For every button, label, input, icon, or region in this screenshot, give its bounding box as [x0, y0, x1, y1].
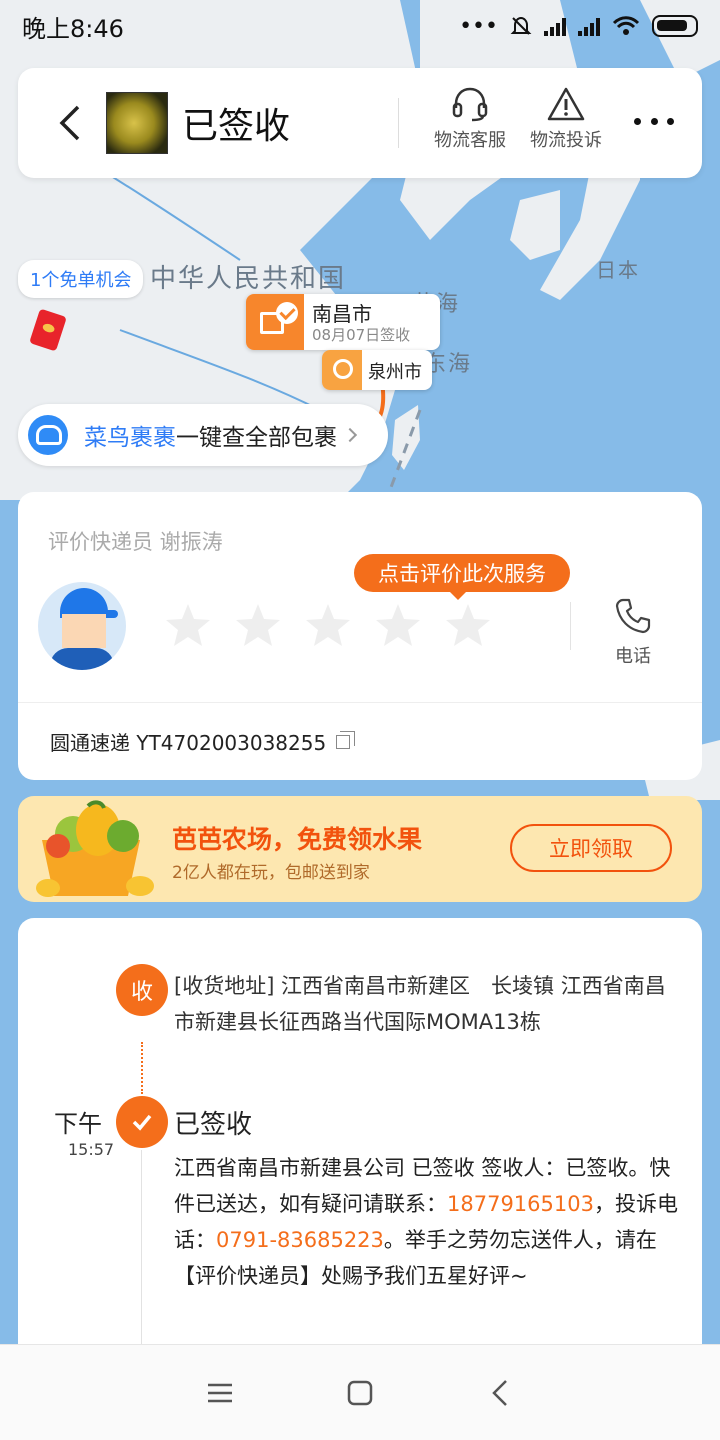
- cainiao-text: 菜鸟裹裹一键查全部包裹: [84, 418, 337, 452]
- more-dot-icon: [650, 117, 658, 125]
- more-menu-button[interactable]: [634, 106, 674, 136]
- star-rating[interactable]: [164, 602, 492, 648]
- cainiao-query-button[interactable]: 菜鸟裹裹一键查全部包裹: [18, 404, 388, 466]
- tracking-number-row[interactable]: 圆通速递 YT4702003038255: [18, 702, 702, 780]
- cainiao-desc: 一键查全部包裹: [176, 425, 337, 451]
- more-dots-icon: •••: [459, 13, 498, 39]
- signal-icon-2: [578, 16, 600, 36]
- timeline-line: [141, 1150, 142, 1360]
- shop-logo: [106, 92, 168, 154]
- system-nav-bar: [0, 1344, 720, 1440]
- map-label-japan: 日本: [596, 258, 640, 282]
- rate-divider: [570, 602, 571, 650]
- page-title: 已签收: [182, 106, 291, 147]
- bell-muted-icon: [510, 16, 532, 35]
- battery-icon: [652, 15, 698, 37]
- call-label: 电话: [615, 646, 651, 667]
- rate-courier-title: 评价快递员 谢振涛: [48, 530, 223, 554]
- phone-icon: [615, 598, 651, 634]
- header-divider: [398, 98, 399, 148]
- event-detail: 江西省南昌市新建县公司 已签收 签收人：已签收。快件已送达，如有疑问请联系：18…: [174, 1150, 684, 1294]
- complaint-phone-link[interactable]: 0791-83685223: [216, 1228, 384, 1252]
- home-nav-button[interactable]: [335, 1368, 385, 1418]
- chevron-left-icon: [59, 105, 80, 141]
- logistics-service-label: 物流客服: [434, 130, 506, 151]
- promo-title: 芭芭农场，免费领水果: [172, 825, 423, 854]
- star-icon-3[interactable]: [304, 602, 352, 648]
- free-chance-bubble[interactable]: 1个免单机会: [18, 260, 144, 298]
- status-icons: •••: [459, 14, 698, 39]
- origin-city: 泉州市: [368, 362, 422, 383]
- warning-icon: [547, 87, 585, 121]
- contact-phone-link[interactable]: 18779165103: [447, 1192, 594, 1216]
- header-card: 已签收 物流客服 物流投诉: [18, 68, 702, 178]
- menu-icon: [208, 1383, 232, 1402]
- location-pin-icon: [322, 350, 362, 390]
- status-time: 晚上8:46: [22, 14, 124, 43]
- status-bar: 晚上8:46 •••: [0, 0, 720, 52]
- signed-check-icon: [116, 1096, 168, 1148]
- tracking-number: 圆通速递 YT4702003038255: [50, 731, 327, 755]
- promo-subtitle: 2亿人都在玩，包邮送到家: [172, 863, 370, 883]
- cainiao-logo-icon: [28, 415, 68, 455]
- more-dot-icon: [667, 117, 674, 125]
- copy-icon[interactable]: [336, 730, 356, 749]
- back-nav-button[interactable]: [475, 1368, 525, 1418]
- timeline-dotted-line: [141, 1042, 143, 1094]
- origin-marker[interactable]: 泉州市: [322, 350, 432, 390]
- rate-tip-bubble[interactable]: 点击评价此次服务: [354, 554, 570, 600]
- logistics-timeline: 收 [收货地址] 江西省南昌市新建区 长堎镇 江西省南昌市新建县长征西路当代国际…: [18, 918, 702, 1360]
- cainiao-brand: 菜鸟裹裹: [84, 425, 176, 451]
- logistics-complaint-label: 物流投诉: [530, 130, 602, 151]
- promo-banner[interactable]: 芭芭农场，免费领水果 2亿人都在玩，包邮送到家 立即领取: [18, 796, 702, 902]
- event-status: 已签收: [174, 1110, 253, 1140]
- signal-icon-1: [544, 16, 566, 36]
- destination-city: 南昌市: [312, 302, 372, 326]
- package-delivered-icon: [246, 294, 304, 350]
- wifi-icon: [612, 16, 640, 35]
- event-day: 下午: [54, 1110, 102, 1138]
- destination-marker[interactable]: 南昌市 08月07日签收: [246, 294, 440, 350]
- claim-now-button[interactable]: 立即领取: [510, 824, 672, 872]
- home-square-icon: [347, 1380, 373, 1405]
- courier-avatar: [38, 582, 126, 670]
- back-arrow-icon: [492, 1379, 507, 1406]
- star-icon-4[interactable]: [374, 602, 422, 648]
- menu-nav-button[interactable]: [195, 1368, 245, 1418]
- receiving-address: [收货地址] 江西省南昌市新建区 长堎镇 江西省南昌市新建县长征西路当代国际MO…: [174, 974, 666, 1034]
- star-icon-5[interactable]: [444, 602, 492, 648]
- destination-date: 08月07日签收: [312, 326, 411, 344]
- logistics-service-button[interactable]: 物流客服: [420, 86, 520, 152]
- call-courier-button[interactable]: 电话: [598, 596, 668, 668]
- chevron-right-icon: [342, 427, 358, 443]
- star-icon-2[interactable]: [234, 602, 282, 648]
- courier-rating-card: 评价快递员 谢振涛 点击评价此次服务 电话 圆通速递 YT47020030382…: [18, 492, 702, 780]
- back-button[interactable]: [40, 93, 100, 153]
- fruit-basket-icon: [36, 800, 154, 897]
- address-node-icon: 收: [116, 964, 168, 1016]
- star-icon-1[interactable]: [164, 602, 212, 648]
- map-label-country: 中华人民共和国: [150, 264, 347, 294]
- more-dot-icon: [634, 117, 641, 125]
- event-time: 15:57: [68, 1140, 115, 1159]
- headset-icon: [452, 87, 488, 122]
- logistics-complaint-button[interactable]: 物流投诉: [516, 86, 616, 152]
